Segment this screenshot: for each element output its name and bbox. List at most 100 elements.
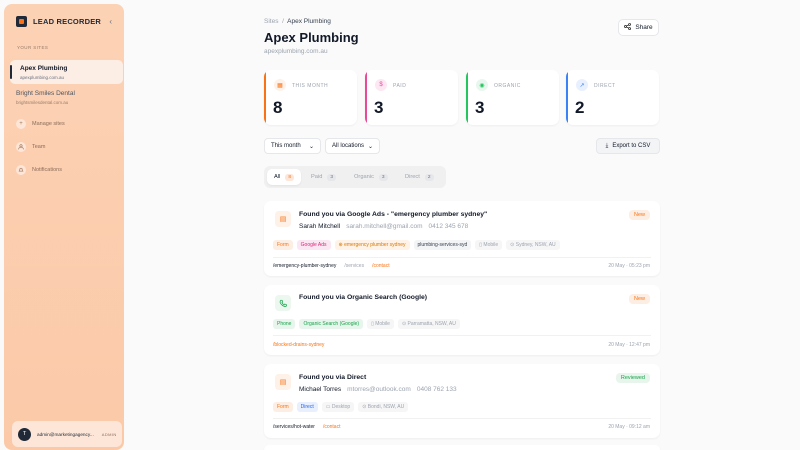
lead-email[interactable]: mtorres@outlook.com: [347, 386, 411, 393]
users-icon: [16, 142, 26, 152]
site-name: Bright Smiles Dental: [16, 90, 75, 97]
divider: [273, 418, 651, 419]
breadcrumb: Sites / Apex Plumbing: [264, 18, 331, 25]
nav-manage-sites[interactable]: + Manage sites: [16, 119, 65, 129]
tab-direct[interactable]: Direct 2: [398, 169, 441, 185]
stat-accent-bar: [566, 70, 568, 125]
stat-card-paid: $ PAID 3: [365, 70, 458, 125]
site-domain-label: apexplumbing.com.au: [264, 48, 328, 55]
tag-campaign: plumbing-services-syd: [413, 240, 472, 250]
page-title: Apex Plumbing: [264, 30, 359, 45]
export-csv-button[interactable]: ⤓ Export to CSV: [596, 138, 660, 154]
path-step: /services/hot-water: [273, 424, 315, 430]
nav-label: Notifications: [32, 167, 62, 173]
lead-name: Sarah Mitchell: [299, 223, 341, 230]
lead-phone[interactable]: 0408 762 133: [417, 386, 457, 393]
user-account[interactable]: T admin@marketingagency... ADMIN: [12, 421, 122, 447]
tag-type: Form: [273, 240, 293, 250]
page-path: /emergency-plumber-sydney /services /con…: [273, 263, 390, 269]
share-label: Share: [635, 24, 653, 31]
stat-label: THIS MONTH: [292, 83, 329, 89]
stat-label: PAID: [393, 83, 407, 89]
sidebar: LEAD RECORDER ‹ Your sites Apex Plumbing…: [4, 4, 124, 450]
tab-count: 3: [378, 173, 388, 181]
phone-icon: [275, 295, 291, 311]
lead-name: Michael Torres: [299, 386, 342, 393]
form-icon: ▤: [275, 374, 291, 390]
path-step: /emergency-plumber-sydney: [273, 263, 337, 269]
stat-card-this-month: ▦ THIS MONTH 8: [264, 70, 357, 125]
divider: [273, 335, 651, 336]
share-button[interactable]: Share: [618, 19, 659, 36]
stat-accent-bar: [466, 70, 468, 125]
lead-card[interactable]: [264, 445, 660, 450]
tag-source: Google Ads: [296, 240, 331, 250]
download-icon: ⤓: [605, 142, 609, 149]
path-step: /contact: [372, 263, 390, 269]
tab-all[interactable]: All 8: [267, 169, 301, 185]
nav-notifications[interactable]: Notifications: [16, 165, 62, 175]
form-icon: ▤: [275, 211, 291, 227]
path-step: /services: [344, 263, 365, 269]
stat-card-organic: ◉ ORGANIC 3: [466, 70, 559, 125]
lead-contact: Michael Torres mtorres@outlook.com 0408 …: [299, 386, 457, 393]
lead-contact: Sarah Mitchell sarah.mitchell@gmail.com …: [299, 223, 468, 230]
lead-timestamp: 20 May · 09:12 am: [608, 424, 650, 430]
user-email: admin@marketingagency...: [37, 431, 94, 437]
stat-card-direct: ↗ DIRECT 2: [566, 70, 659, 125]
path-step: /blocked-drains-sydney: [273, 342, 325, 348]
stat-value: 8: [273, 98, 283, 117]
stat-value: 3: [374, 98, 384, 117]
brand[interactable]: LEAD RECORDER: [16, 16, 101, 27]
tag-location: ⊙ Bondi, NSW, AU: [358, 402, 409, 412]
avatar: T: [18, 427, 31, 441]
collapse-sidebar-icon[interactable]: ‹: [109, 17, 112, 26]
lead-tags: Form Google Ads ⊕ emergency plumber sydn…: [273, 240, 560, 250]
lead-card[interactable]: Found you via Organic Search (Google) Ne…: [264, 285, 660, 355]
tab-count: 3: [327, 173, 337, 181]
site-name: Apex Plumbing: [20, 65, 68, 72]
user-role: ADMIN: [101, 431, 117, 437]
divider: [273, 257, 651, 258]
lead-card[interactable]: ▤ Found you via Google Ads - "emergency …: [264, 201, 660, 276]
breadcrumb-separator: /: [282, 18, 284, 25]
status-badge: New: [628, 210, 650, 220]
lead-card[interactable]: ▤ Found you via Direct Michael Torres mt…: [264, 364, 660, 438]
tag-keyword: ⊕ emergency plumber sydney: [334, 240, 410, 250]
tab-label: Direct: [405, 174, 420, 180]
logo-icon: [16, 16, 27, 27]
bell-icon: [16, 165, 26, 175]
page-path: /blocked-drains-sydney: [273, 342, 324, 348]
status-badge: Reviewed: [615, 373, 650, 383]
dollar-icon: $: [375, 79, 387, 91]
lead-tags: Phone Organic Search (Google) ▯ Mobile ⊙…: [273, 319, 460, 329]
lead-title: Found you via Direct: [299, 374, 367, 381]
lead-tags: Form Direct ▭ Desktop ⊙ Bondi, NSW, AU: [273, 402, 409, 412]
tab-paid[interactable]: Paid 3: [304, 169, 343, 185]
calendar-icon: ▦: [274, 79, 286, 91]
tag-device: ▯ Mobile: [475, 240, 503, 250]
chevron-down-icon: ⌄: [367, 143, 373, 150]
site-item-bright-smiles-dental[interactable]: Bright Smiles Dental brightsmilesdental.…: [16, 90, 75, 105]
direct-icon: ↗: [576, 79, 588, 91]
nav-team[interactable]: Team: [16, 142, 45, 152]
page-path: /services/hot-water /contact: [273, 424, 340, 430]
nav-label: Manage sites: [32, 121, 65, 127]
tab-label: Paid: [311, 174, 323, 180]
tag-type: Form: [273, 402, 293, 412]
period-select[interactable]: This month ⌄: [264, 138, 321, 154]
location-value: All locations: [332, 143, 365, 149]
site-item-apex-plumbing[interactable]: Apex Plumbing apexplumbing.com.au: [10, 60, 123, 84]
lead-email[interactable]: sarah.mitchell@gmail.com: [346, 223, 422, 230]
status-badge: New: [628, 294, 650, 304]
location-select[interactable]: All locations ⌄: [325, 138, 380, 154]
share-icon: [624, 23, 632, 32]
site-domain: apexplumbing.com.au: [20, 75, 65, 80]
breadcrumb-root[interactable]: Sites: [264, 18, 278, 25]
tab-organic[interactable]: Organic 3: [347, 169, 395, 185]
site-domain: brightsmilesdental.com.au: [16, 100, 69, 105]
export-label: Export to CSV: [612, 143, 651, 149]
lead-timestamp: 20 May · 05:23 pm: [608, 263, 650, 269]
lead-phone[interactable]: 0412 345 678: [429, 223, 469, 230]
tab-count: 8: [285, 173, 294, 181]
